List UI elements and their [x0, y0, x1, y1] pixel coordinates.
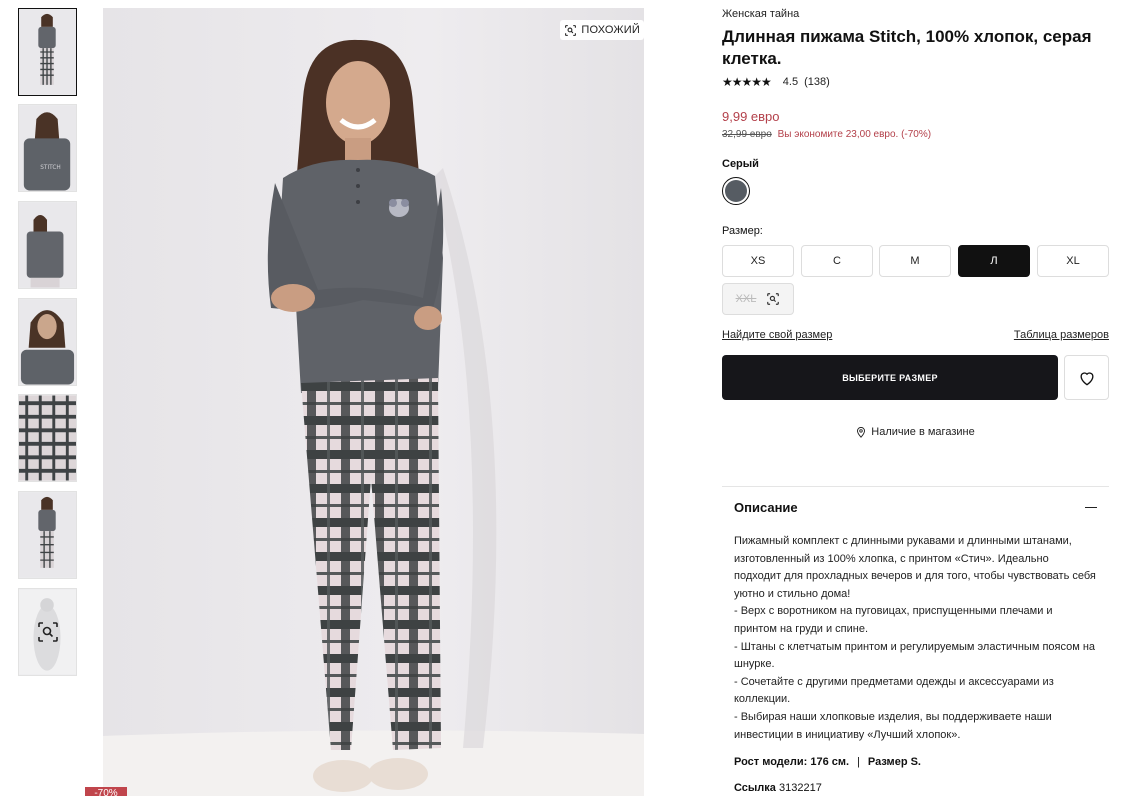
discount-badge: -70% [85, 787, 127, 796]
thumbnail-back[interactable]: STITCH [18, 104, 77, 192]
color-swatch-grey[interactable] [722, 177, 750, 205]
rating-summary[interactable]: ★★★★★ 4.5 (138) [722, 75, 1109, 89]
size-option-m[interactable]: M [879, 245, 951, 277]
cta-row: ВЫБЕРИТЕ РАЗМЕР [722, 355, 1109, 400]
visual-search-icon [767, 293, 780, 305]
rating-score: 4.5 [782, 76, 799, 88]
size-option-xxl-label: XXL [735, 293, 757, 305]
heart-icon [1079, 371, 1094, 385]
main-product-image[interactable]: ПОХОЖИЙ [103, 8, 644, 796]
separator: | [857, 756, 860, 769]
description-line: - Верх с воротником на пуговицах, приспу… [734, 605, 1053, 635]
old-price-row: 32,99 евро Вы экономите 23,00 евро. (-70… [722, 129, 1109, 140]
description-line: - Выбирая наши хлопковые изделия, вы под… [734, 710, 1052, 741]
savings-text: Вы экономите 23,00 евро. (-70%) [777, 129, 932, 140]
store-availability-label: Наличие в магазине [871, 426, 975, 438]
select-size-button[interactable]: ВЫБЕРИТЕ РАЗМЕР [722, 355, 1058, 400]
description-line: - Сочетайте с другими предметами одежды … [734, 675, 1054, 706]
thumbnail-front-crop[interactable] [18, 201, 77, 289]
similar-label: ПОХОЖИЙ [581, 24, 640, 36]
description-body: Пижамный комплект с длинными рукавами и … [722, 515, 1109, 744]
visual-search-icon [37, 622, 58, 642]
product-photo [103, 8, 644, 796]
description-title: Описание [734, 500, 798, 515]
brand-name[interactable]: Женская тайна [722, 8, 1109, 20]
product-reference: Ссылка 3132217 [722, 768, 1109, 794]
thumbnail-front-full-2[interactable] [18, 491, 77, 579]
model-size: Размер S. [867, 756, 921, 769]
visual-search-icon [565, 24, 577, 36]
color-label: Серый [722, 158, 759, 170]
size-chart-link[interactable]: Таблица размеров [1014, 329, 1109, 341]
reference-label: Ссылка [734, 782, 776, 795]
rating-stars-icon: ★★★★★ [722, 75, 772, 89]
review-count: (138) [804, 76, 830, 88]
thumbnail-similar-search[interactable] [18, 588, 77, 676]
description-line: - Штаны с клетчатым принтом и регулируем… [734, 640, 1096, 671]
model-height: Рост модели: 176 см. [734, 756, 850, 769]
reference-value: 3132217 [778, 782, 822, 795]
old-price: 32,99 евро [722, 129, 772, 140]
size-label: Размер: [722, 225, 763, 237]
size-links: Найдите свой размер Таблица размеров [722, 329, 1109, 341]
size-option-xl[interactable]: XL [1037, 245, 1109, 277]
size-selector: XS C M Л XL XXL [722, 245, 1109, 317]
wishlist-button[interactable] [1064, 355, 1109, 400]
thumbnail-pants-detail[interactable] [18, 394, 77, 482]
product-info-panel: Женская тайна Длинная пижама Stitch, 100… [722, 8, 1109, 794]
thumbnail-close-up[interactable] [18, 298, 77, 386]
thumbnail-front-full[interactable] [18, 8, 77, 96]
location-pin-icon [857, 426, 866, 438]
size-option-c[interactable]: C [801, 245, 873, 277]
description-header[interactable]: Описание [722, 487, 1109, 515]
model-info: Рост модели: 176 см. | Размер S. [722, 744, 1109, 768]
svg-text:STITCH: STITCH [40, 165, 60, 171]
size-option-l[interactable]: Л [958, 245, 1030, 277]
collapse-icon [1085, 507, 1097, 508]
similar-button[interactable]: ПОХОЖИЙ [560, 20, 644, 40]
size-option-xs[interactable]: XS [722, 245, 794, 277]
color-swatch-fill [725, 180, 747, 202]
product-title: Длинная пижама Stitch, 100% хлопок, сера… [722, 27, 1092, 68]
description-line: Пижамный комплект с длинными рукавами и … [734, 535, 1096, 600]
current-price: 9,99 евро [722, 109, 780, 124]
size-option-xxl[interactable]: XXL [722, 283, 794, 315]
find-size-link[interactable]: Найдите свой размер [722, 329, 832, 341]
store-availability-link[interactable]: Наличие в магазине [722, 426, 1109, 438]
